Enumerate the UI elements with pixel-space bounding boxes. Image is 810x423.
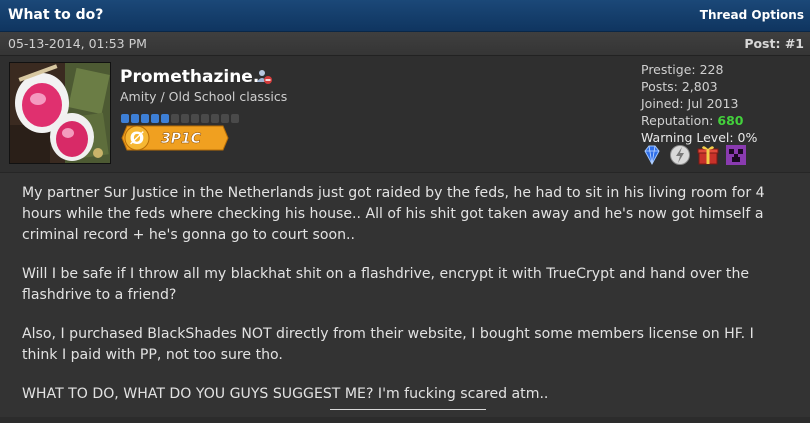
username-link[interactable]: Promethazine. [120, 67, 259, 87]
reputation-label: Reputation: [641, 113, 714, 128]
rank-dot-empty [181, 114, 189, 123]
badge-text: 3P1C [161, 131, 202, 147]
creeper-award-icon[interactable] [725, 144, 747, 166]
signature-divider [330, 409, 486, 410]
post-date-bar: 05-13-2014, 01:53 PM Post: #1 [0, 32, 810, 56]
user-offline-icon [256, 69, 272, 85]
thread-header: What to do? Thread Options [0, 0, 810, 32]
post-frame: What to do? Thread Options 05-13-2014, 0… [0, 0, 810, 417]
rank-dot-filled [131, 114, 139, 123]
group-badge: Ø 3P1C [121, 125, 229, 151]
diamond-award-icon[interactable] [641, 144, 663, 166]
rank-dot-filled [121, 114, 129, 123]
rank-dot-empty [171, 114, 179, 123]
post-date: 05-13-2014, 01:53 PM [8, 36, 147, 51]
rank-dot-empty [231, 114, 239, 123]
rank-dot-empty [201, 114, 209, 123]
post-number-link[interactable]: Post: #1 [744, 36, 804, 51]
prestige-stat: Prestige: 228 [641, 62, 724, 77]
message-paragraph: My partner Sur Justice in the Netherland… [22, 185, 765, 243]
rank-dot-empty [191, 114, 199, 123]
thread-options-button[interactable]: Thread Options [700, 8, 804, 22]
thread-title: What to do? [8, 7, 104, 23]
rank-dot-empty [211, 114, 219, 123]
rank-bar [121, 108, 241, 123]
message-paragraph: Will I be safe if I throw all my blackha… [22, 266, 750, 303]
avatar[interactable] [9, 62, 111, 164]
message-paragraph: Also, I purchased BlackShades NOT direct… [22, 326, 754, 363]
award-icons [641, 144, 748, 166]
message-paragraph: WHAT TO DO, WHAT DO YOU GUYS SUGGEST ME?… [22, 386, 549, 402]
gift-award-icon[interactable] [697, 144, 719, 166]
rank-dot-filled [151, 114, 159, 123]
badge-symbol: Ø [130, 129, 144, 149]
rank-dot-empty [221, 114, 229, 123]
post-message: My partner Sur Justice in the Netherland… [22, 183, 792, 423]
rank-dot-filled [161, 114, 169, 123]
reputation-stat: Reputation: 680 [641, 112, 757, 129]
post-body: My partner Sur Justice in the Netherland… [0, 173, 810, 417]
rank-dot-filled [141, 114, 149, 123]
lightning-award-icon[interactable] [669, 144, 691, 166]
reputation-value[interactable]: 680 [717, 113, 743, 128]
user-info-bar: Promethazine. Amity / Old School classic… [0, 56, 810, 173]
user-title: Amity / Old School classics [120, 89, 288, 104]
user-stats: Prestige: 228 Posts: 2,803 Joined: Jul 2… [641, 61, 757, 146]
posts-stat: Posts: 2,803 [641, 79, 718, 94]
joined-stat: Joined: Jul 2013 [641, 96, 739, 111]
